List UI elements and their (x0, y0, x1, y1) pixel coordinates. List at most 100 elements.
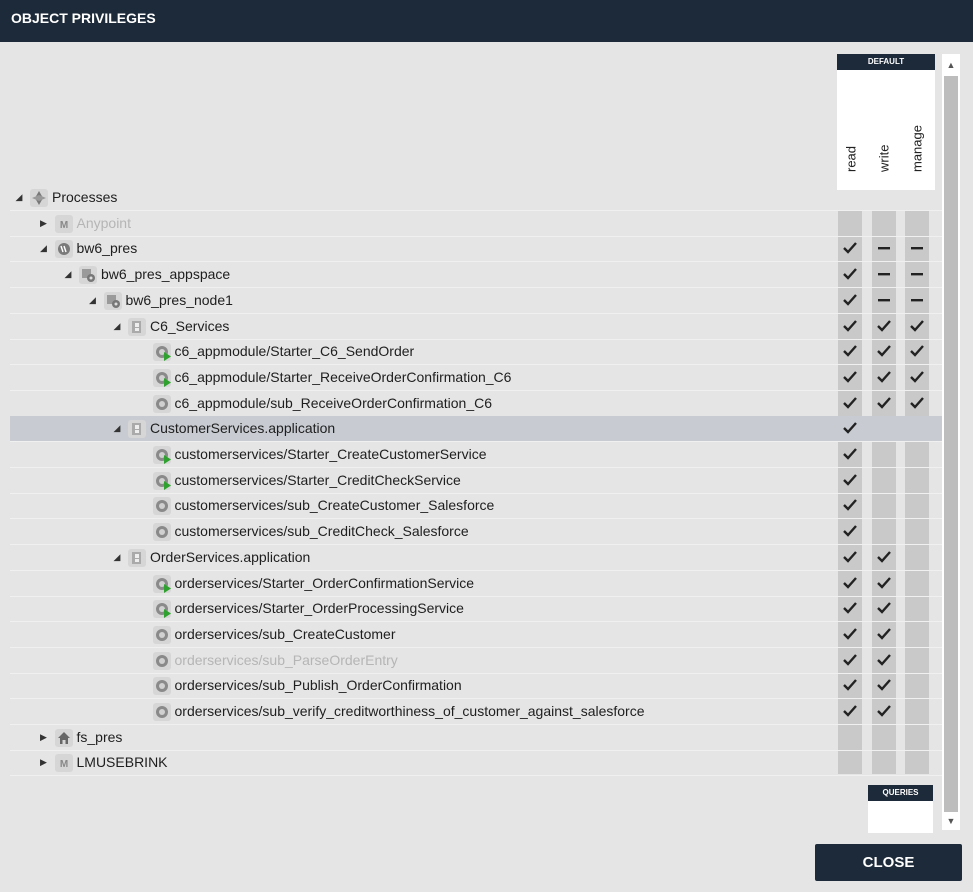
read-permission-check-icon[interactable] (838, 648, 862, 673)
tree-node-label[interactable]: bw6_pres (77, 236, 138, 261)
read-permission-check-icon[interactable] (838, 262, 862, 287)
tree-node-label[interactable]: customerservices/sub_CreateCustomer_Sale… (175, 493, 495, 518)
tree-row[interactable]: c6_appmodule/Starter_ReceiveOrderConfirm… (10, 365, 942, 391)
collapse-caret-icon[interactable]: ◢ (39, 236, 49, 261)
tree-row[interactable]: ▶ fs_pres (10, 725, 942, 751)
write-permission-check-icon[interactable] (872, 571, 896, 596)
tree-node-label[interactable]: c6_appmodule/Starter_C6_SendOrder (175, 339, 415, 364)
tree-row[interactable]: orderservices/Starter_OrderProcessingSer… (10, 596, 942, 623)
expand-caret-icon[interactable]: ▶ (39, 750, 49, 775)
tree-node-label[interactable]: orderservices/sub_CreateCustomer (175, 622, 396, 647)
expand-caret-icon[interactable]: ▶ (39, 725, 49, 750)
tree-node-label[interactable]: bw6_pres_node1 (126, 288, 233, 313)
tree-row[interactable]: orderservices/sub_CreateCustomer (10, 622, 942, 648)
manage-permission-check-icon[interactable] (905, 339, 929, 364)
write-permission-check-icon[interactable] (872, 596, 896, 621)
write-permission-check-icon[interactable] (872, 339, 896, 364)
read-permission-check-icon[interactable] (838, 442, 862, 467)
write-permission-dash-icon[interactable] (872, 288, 896, 313)
write-permission-check-icon[interactable] (872, 365, 896, 390)
collapse-caret-icon[interactable]: ◢ (63, 262, 73, 287)
tree-row[interactable]: orderservices/sub_ParseOrderEntry (10, 648, 942, 674)
read-permission-check-icon[interactable] (838, 391, 862, 416)
write-column-label[interactable]: write (873, 103, 895, 187)
scrollbar-thumb[interactable] (944, 76, 958, 812)
tree-row[interactable]: customerservices/sub_CreateCustomer_Sale… (10, 493, 942, 520)
collapse-caret-icon[interactable]: ◢ (112, 545, 122, 570)
tree-row[interactable]: ◢ bw6_pres_appspace (10, 262, 942, 289)
tree-node-label[interactable]: customerservices/Starter_CreditCheckServ… (175, 468, 461, 493)
scroll-down-button[interactable]: ▼ (942, 812, 960, 830)
read-permission-check-icon[interactable] (838, 236, 862, 261)
tree-row[interactable]: customerservices/sub_CreditCheck_Salesfo… (10, 519, 942, 546)
tree-node-label[interactable]: customerservices/Starter_CreateCustomerS… (175, 442, 487, 467)
collapse-caret-icon[interactable]: ◢ (88, 288, 98, 313)
read-permission-check-icon[interactable] (838, 416, 862, 441)
manage-permission-check-icon[interactable] (905, 314, 929, 339)
manage-column-label[interactable]: manage (906, 103, 928, 187)
read-permission-check-icon[interactable] (838, 622, 862, 647)
read-permission-check-icon[interactable] (838, 596, 862, 621)
read-permission-check-icon[interactable] (838, 673, 862, 698)
tree-row[interactable]: ▶ M Anypoint (10, 211, 942, 237)
tree-row[interactable]: orderservices/sub_Publish_OrderConfirmat… (10, 673, 942, 700)
tree-row[interactable]: ◢ C6_Services (10, 314, 942, 340)
tree-row[interactable]: ▶ M LMUSEBRINK (10, 750, 942, 777)
read-permission-check-icon[interactable] (838, 493, 862, 518)
tree-node-label[interactable]: Anypoint (77, 211, 131, 236)
write-permission-check-icon[interactable] (872, 545, 896, 570)
read-column-label[interactable]: read (840, 103, 862, 187)
tree-row[interactable]: customerservices/Starter_CreditCheckServ… (10, 468, 942, 494)
write-permission-check-icon[interactable] (872, 673, 896, 698)
tree-node-label[interactable]: c6_appmodule/sub_ReceiveOrderConfirmatio… (175, 391, 493, 416)
read-permission-check-icon[interactable] (838, 339, 862, 364)
write-permission-check-icon[interactable] (872, 699, 896, 724)
expand-caret-icon[interactable]: ▶ (39, 211, 49, 236)
write-permission-dash-icon[interactable] (872, 236, 896, 261)
read-permission-check-icon[interactable] (838, 468, 862, 493)
write-permission-check-icon[interactable] (872, 622, 896, 647)
tree-node-label[interactable]: customerservices/sub_CreditCheck_Salesfo… (175, 519, 469, 544)
tree-node-label[interactable]: c6_appmodule/Starter_ReceiveOrderConfirm… (175, 365, 512, 390)
read-permission-check-icon[interactable] (838, 288, 862, 313)
tree-node-label[interactable]: orderservices/sub_verify_creditworthines… (175, 699, 645, 724)
tree-row[interactable]: ◢ bw6_pres_node1 (10, 288, 942, 314)
read-permission-check-icon[interactable] (838, 314, 862, 339)
vertical-scrollbar[interactable]: ▲ ▼ (942, 54, 960, 830)
collapse-caret-icon[interactable]: ◢ (112, 314, 122, 339)
tree-row[interactable]: orderservices/sub_verify_creditworthines… (10, 699, 942, 725)
manage-permission-dash-icon[interactable] (905, 288, 929, 313)
close-button[interactable]: CLOSE (815, 844, 962, 881)
read-permission-check-icon[interactable] (838, 545, 862, 570)
manage-permission-check-icon[interactable] (905, 391, 929, 416)
collapse-caret-icon[interactable]: ◢ (112, 416, 122, 441)
write-permission-dash-icon[interactable] (872, 262, 896, 287)
tree-node-label[interactable]: orderservices/Starter_OrderConfirmationS… (175, 571, 475, 596)
tree-node-label[interactable]: CustomerServices.application (150, 416, 335, 441)
tree-row[interactable]: c6_appmodule/sub_ReceiveOrderConfirmatio… (10, 391, 942, 417)
write-permission-check-icon[interactable] (872, 391, 896, 416)
read-permission-check-icon[interactable] (838, 365, 862, 390)
tree-node-label[interactable]: C6_Services (150, 314, 229, 339)
collapse-caret-icon[interactable]: ◢ (14, 185, 24, 210)
tree-node-label[interactable]: orderservices/Starter_OrderProcessingSer… (175, 596, 464, 621)
tree-node-label[interactable]: bw6_pres_appspace (101, 262, 230, 287)
read-permission-check-icon[interactable] (838, 699, 862, 724)
tree-row[interactable]: ◢ CustomerServices.application (10, 416, 942, 443)
write-permission-check-icon[interactable] (872, 314, 896, 339)
tree-node-label[interactable]: fs_pres (77, 725, 123, 750)
tree-node-label[interactable]: OrderServices.application (150, 545, 310, 570)
tree-row[interactable]: ◢ Processes (10, 185, 942, 211)
tree-row[interactable]: customerservices/Starter_CreateCustomerS… (10, 442, 942, 468)
tree-row[interactable]: c6_appmodule/Starter_C6_SendOrder (10, 339, 942, 366)
write-permission-check-icon[interactable] (872, 648, 896, 673)
read-permission-check-icon[interactable] (838, 519, 862, 544)
tree-node-label[interactable]: Processes (52, 185, 117, 210)
tree-node-label[interactable]: orderservices/sub_ParseOrderEntry (175, 648, 398, 673)
tree-row[interactable]: ◢ bw6_pres (10, 236, 942, 263)
tree-row[interactable]: orderservices/Starter_OrderConfirmationS… (10, 571, 942, 597)
read-permission-check-icon[interactable] (838, 571, 862, 596)
manage-permission-dash-icon[interactable] (905, 236, 929, 261)
manage-permission-check-icon[interactable] (905, 365, 929, 390)
tree-node-label[interactable]: LMUSEBRINK (77, 750, 168, 775)
